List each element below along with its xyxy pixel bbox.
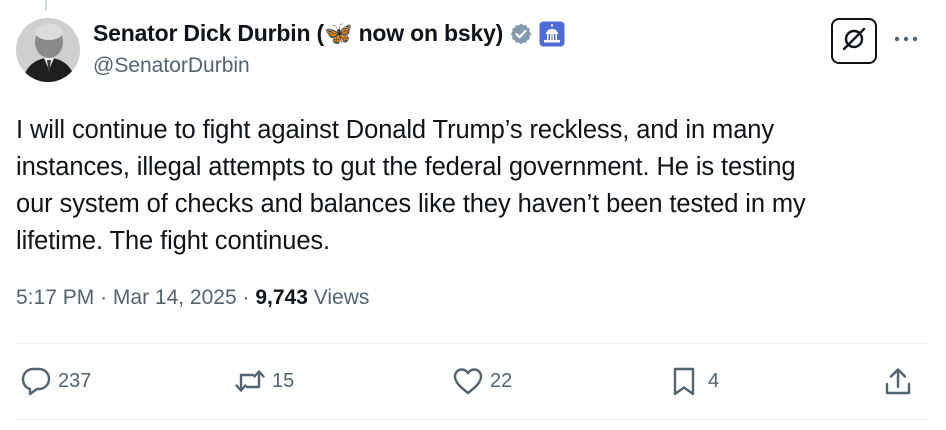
views-label: Views	[313, 286, 370, 309]
bookmark-count: 4	[708, 369, 720, 392]
reply-count: 237	[58, 369, 92, 392]
display-name[interactable]: Senator Dick Durbin (🦋 now on bsky)	[93, 20, 503, 47]
more-dots-icon	[894, 29, 918, 47]
grok-button[interactable]	[831, 18, 877, 64]
grok-icon	[840, 25, 868, 58]
repost-count: 15	[272, 369, 295, 392]
share-button[interactable]	[882, 366, 914, 396]
divider	[16, 343, 930, 344]
heart-icon	[452, 366, 484, 396]
views-count: 9,743	[255, 286, 308, 309]
tweet-date[interactable]: Mar 14, 2025	[113, 286, 237, 309]
like-count: 22	[490, 369, 513, 392]
verified-badge-icon	[509, 22, 533, 46]
bookmark-icon	[670, 366, 702, 396]
meta-separator: ·	[242, 286, 250, 309]
repost-icon	[234, 366, 266, 396]
tweet-text: I will continue to fight against Donald …	[16, 116, 806, 255]
capitol-affiliation-icon[interactable]	[539, 21, 565, 47]
tweet-time[interactable]: 5:17 PM	[16, 286, 94, 309]
reply-icon	[20, 366, 52, 396]
thread-connector-line	[45, 0, 47, 10]
reply-button[interactable]: 237	[20, 366, 91, 396]
share-icon	[882, 366, 914, 396]
more-options-button[interactable]	[892, 28, 920, 48]
repost-button[interactable]: 15	[234, 366, 294, 396]
bookmark-button[interactable]: 4	[670, 366, 719, 396]
tweet-meta: 5:17 PM · Mar 14, 2025 · 9,743 Views	[16, 286, 369, 310]
action-bar: 237 15 22 4	[20, 366, 920, 400]
like-button[interactable]: 22	[452, 366, 512, 396]
user-handle[interactable]: @SenatorDurbin	[93, 54, 250, 78]
divider	[16, 419, 930, 420]
avatar[interactable]	[16, 18, 80, 82]
meta-separator: ·	[100, 286, 108, 309]
